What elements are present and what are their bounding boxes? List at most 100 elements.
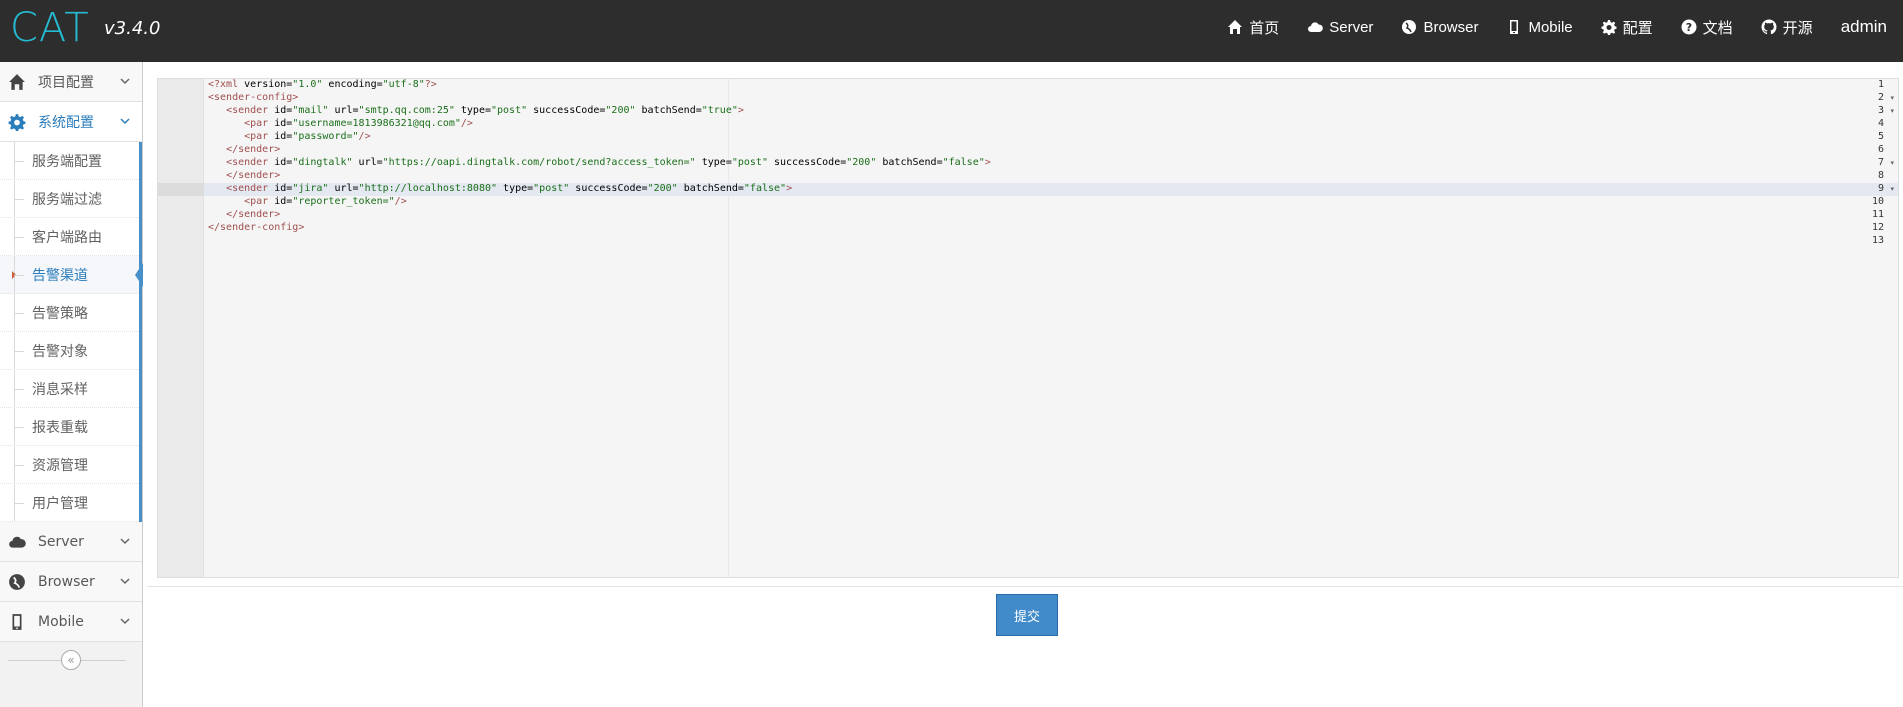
sidebar-item-mobile[interactable]: Mobile	[0, 602, 142, 642]
code-line: </sender-config>	[208, 222, 305, 233]
sidebar-sub-item[interactable]: 服务端过滤	[0, 180, 139, 218]
nav-opensource[interactable]: 开源	[1761, 17, 1813, 38]
nav-docs-label: 文档	[1702, 19, 1733, 37]
line-number: 7	[1877, 157, 1884, 168]
line-number: 12	[1871, 222, 1884, 233]
cat-logo[interactable]: CAT	[10, 5, 90, 51]
question-icon: ?	[1681, 19, 1697, 35]
line-number: 13	[1871, 235, 1884, 246]
fold-arrow-icon[interactable]: ▾	[1890, 159, 1894, 167]
line-number: 1	[1877, 79, 1884, 90]
editor-gutter	[158, 79, 204, 577]
nav-home-label: 首页	[1249, 19, 1280, 37]
code-line: </sender>	[226, 144, 281, 155]
nav-browser[interactable]: Browser	[1401, 19, 1478, 36]
home-icon	[1228, 20, 1243, 34]
sidebar: 项目配置 系统配置 服务端配置 服务端过滤 客户端路由 告警渠道 告警策略 告警…	[0, 62, 143, 707]
code-line: <?xml version="1.0" encoding="utf-8"?>	[208, 79, 437, 90]
sidebar-collapse: «	[0, 642, 142, 678]
globe-icon	[1402, 20, 1417, 34]
sidebar-sub-item[interactable]: 资源管理	[0, 446, 139, 484]
sidebar-sub-item-active[interactable]: 告警渠道	[0, 256, 143, 294]
nav-server[interactable]: Server	[1307, 19, 1373, 36]
nav-config-label: 配置	[1622, 19, 1653, 37]
fold-arrow-icon[interactable]: ▾	[1890, 185, 1894, 193]
submit-button[interactable]: 提交	[996, 594, 1058, 636]
version-label: v3.4.0	[104, 18, 161, 39]
sidebar-sub-item[interactable]: 用户管理	[0, 484, 139, 522]
form-divider	[147, 586, 1903, 587]
sidebar-sub-item[interactable]: 报表重载	[0, 408, 139, 446]
system-config-submenu: 服务端配置 服务端过滤 客户端路由 告警渠道 告警策略 告警对象 消息采样 报表…	[0, 142, 143, 522]
top-navbar: CAT v3.4.0 首页 Server Browser Mobile 配置 ?…	[0, 0, 1903, 62]
line-number: 5	[1877, 131, 1884, 142]
collapse-sidebar-icon[interactable]: «	[61, 650, 81, 670]
code-line: </sender>	[226, 170, 281, 181]
mobile-icon	[1510, 20, 1519, 34]
fold-arrow-icon[interactable]: ▾	[1890, 94, 1894, 102]
sidebar-item-system-config[interactable]: 系统配置	[0, 102, 142, 142]
nav-browser-label: Browser	[1423, 18, 1479, 36]
code-line: <sender id="jira" url="http://localhost:…	[226, 183, 793, 194]
nav-config[interactable]: 配置	[1601, 17, 1653, 38]
home-icon	[8, 73, 26, 91]
nav-docs[interactable]: ? 文档	[1681, 17, 1733, 38]
line-number: 6	[1877, 144, 1884, 155]
sidebar-item-label: Mobile	[38, 613, 84, 630]
code-line: <par id="username=1813986321@qq.com"/>	[244, 118, 473, 129]
line-number: 2	[1877, 92, 1884, 103]
nav-mobile[interactable]: Mobile	[1506, 18, 1573, 36]
code-line: <par id="reporter_token="/>	[244, 196, 407, 207]
nav-mobile-label: Mobile	[1528, 18, 1573, 36]
line-number: 11	[1871, 209, 1884, 220]
mobile-icon	[8, 613, 26, 631]
line-number: 9	[1877, 183, 1884, 194]
sidebar-item-label: Server	[38, 533, 84, 550]
line-number: 4	[1877, 118, 1884, 129]
user-menu[interactable]: admin	[1841, 17, 1887, 37]
gear-icon	[1601, 20, 1617, 35]
active-caret-icon	[12, 271, 16, 279]
sidebar-item-label: 系统配置	[38, 114, 94, 131]
nav-menu: 首页 Server Browser Mobile 配置 ? 文档 开源 admi…	[1227, 0, 1887, 54]
cloud-icon	[8, 533, 26, 551]
sidebar-sub-item[interactable]: 消息采样	[0, 370, 139, 408]
nav-opensource-label: 开源	[1782, 19, 1813, 37]
code-line: <sender-config>	[208, 92, 299, 103]
gear-icon	[8, 113, 26, 131]
chevron-down-icon	[120, 78, 130, 85]
sidebar-item-server[interactable]: Server	[0, 522, 142, 562]
cloud-icon	[1308, 22, 1324, 32]
chevron-down-icon	[120, 538, 130, 545]
active-arrow-icon	[135, 263, 143, 287]
line-number: 10	[1871, 196, 1884, 207]
sidebar-sub-item-label: 告警渠道	[32, 267, 88, 284]
logo-text: CAT	[10, 5, 90, 51]
sidebar-sub-item[interactable]: 服务端配置	[0, 142, 139, 180]
sidebar-item-browser[interactable]: Browser	[0, 562, 142, 602]
chevron-down-icon	[120, 578, 130, 585]
chevron-down-icon	[120, 118, 130, 125]
github-icon	[1761, 19, 1777, 35]
sidebar-item-label: Browser	[38, 573, 95, 590]
globe-icon	[8, 573, 26, 591]
svg-text:?: ?	[1685, 21, 1691, 34]
sidebar-sub-item[interactable]: 告警对象	[0, 332, 139, 370]
sidebar-item-project-config[interactable]: 项目配置	[0, 62, 142, 102]
sidebar-item-label: 项目配置	[38, 74, 94, 91]
line-number: 8	[1877, 170, 1884, 181]
nav-server-label: Server	[1329, 18, 1374, 36]
chevron-down-icon	[120, 618, 130, 625]
print-margin	[728, 79, 729, 577]
code-line: <sender id="mail" url="smtp.qq.com:25" t…	[226, 105, 744, 116]
fold-arrow-icon[interactable]: ▾	[1890, 107, 1894, 115]
code-line: <par id="password="/>	[244, 131, 371, 142]
sidebar-sub-item[interactable]: 告警策略	[0, 294, 139, 332]
xml-code-editor[interactable]: 1 2 ▾ 3 ▾ 4 5 6 7 ▾ 8 9 ▾ 10 11 12 13 <?xml version="1.0…	[157, 78, 1899, 578]
code-line: </sender>	[226, 209, 281, 220]
nav-home[interactable]: 首页	[1227, 17, 1279, 38]
active-line-gutter	[158, 183, 204, 196]
line-number: 3	[1877, 105, 1884, 116]
code-line: <sender id="dingtalk" url="https://oapi.…	[226, 157, 991, 168]
sidebar-sub-item[interactable]: 客户端路由	[0, 218, 139, 256]
